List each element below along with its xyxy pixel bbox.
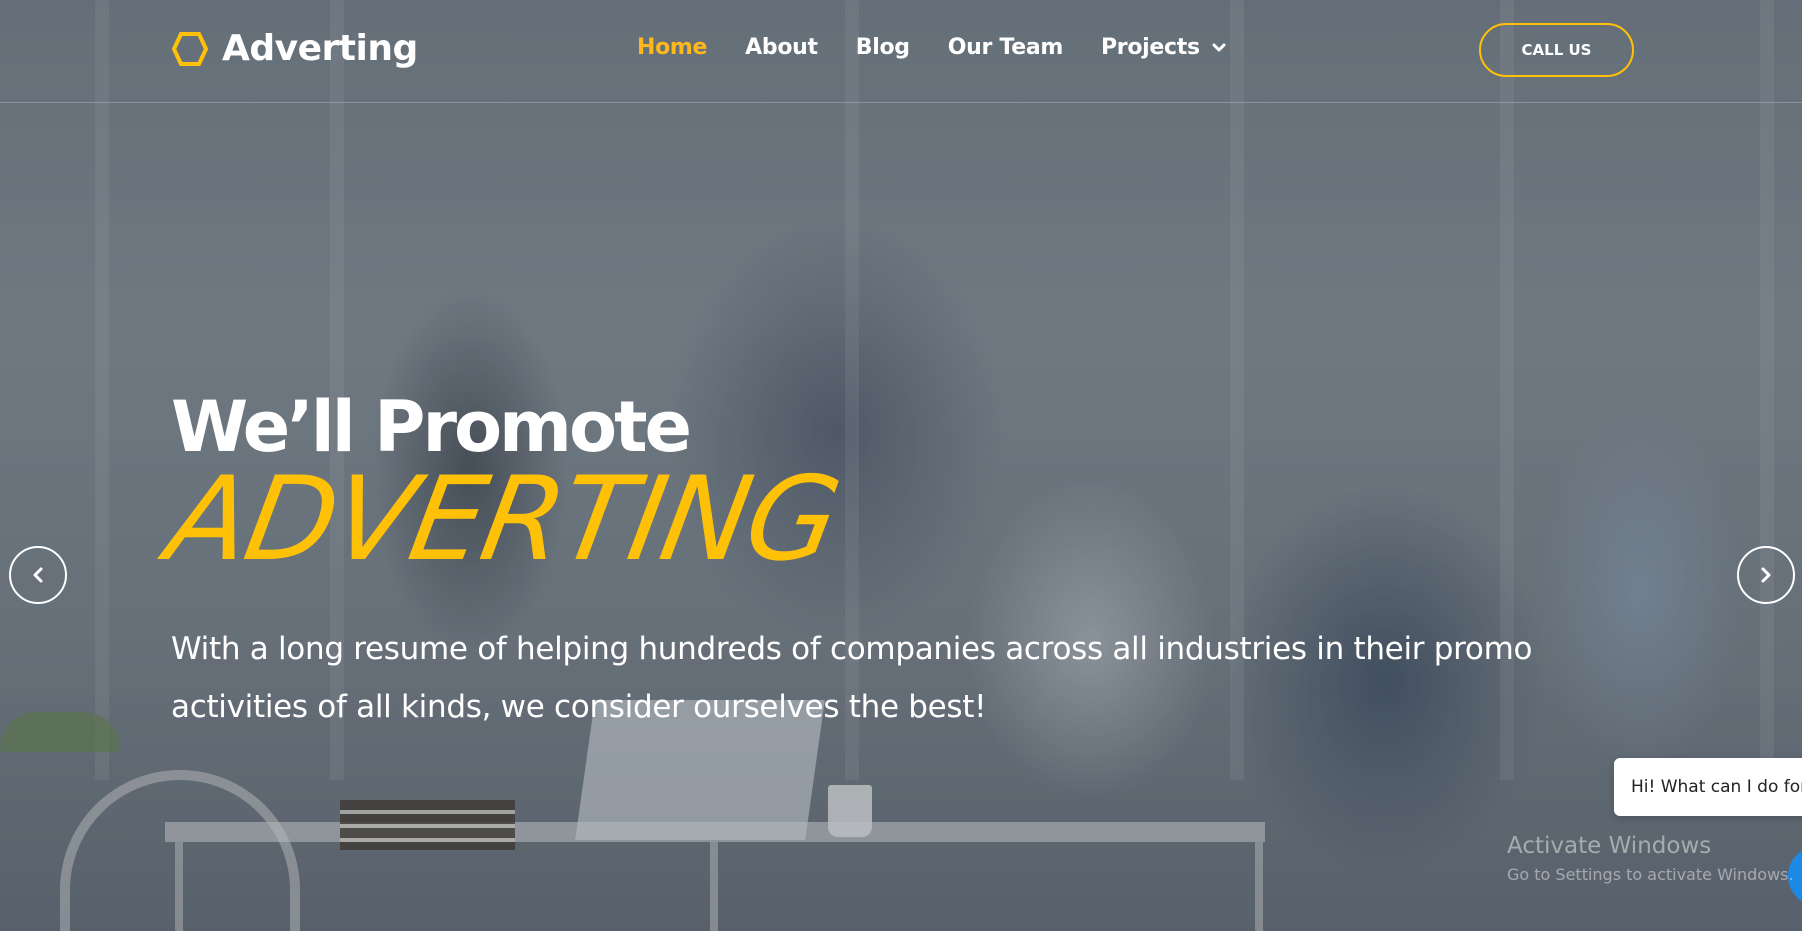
nav-item-label: Our Team <box>947 35 1064 60</box>
chevron-down-icon <box>1212 43 1226 51</box>
nav-item-label: About <box>745 35 818 60</box>
site-header: Adverting Home About Blog Our Team Proje… <box>0 0 1802 103</box>
chat-greeting-bubble[interactable]: Hi! What can I do for you? <box>1614 758 1802 816</box>
nav-item-label: Home <box>637 35 708 60</box>
nav-item-label: Projects <box>1100 35 1200 60</box>
brand-name: Adverting <box>222 28 418 69</box>
main-nav: Home About Blog Our Team Projects <box>637 35 1226 60</box>
watermark-line-1: Activate Windows <box>1507 833 1712 859</box>
chat-greeting-text: Hi! What can I do for you? <box>1631 777 1802 797</box>
chevron-left-icon <box>33 567 43 583</box>
slider-prev-button[interactable] <box>9 546 67 604</box>
nav-item-blog[interactable]: Blog <box>856 35 910 60</box>
nav-item-about[interactable]: About <box>745 35 818 60</box>
hero-description: With a long resume of helping hundreds o… <box>171 631 1533 725</box>
hexagon-icon <box>172 31 208 66</box>
slider-next-button[interactable] <box>1737 546 1795 604</box>
chevron-right-icon <box>1761 567 1771 583</box>
nav-item-home[interactable]: Home <box>637 35 707 60</box>
call-us-button[interactable]: CALL US <box>1479 23 1634 77</box>
nav-item-projects[interactable]: Projects <box>1101 35 1226 60</box>
activate-windows-watermark: Activate Windows Go to Settings to activ… <box>1507 833 1794 884</box>
hero-script-title: ADVERTING <box>158 452 848 587</box>
brand-logo-link[interactable]: Adverting <box>172 28 418 69</box>
nav-item-our-team[interactable]: Our Team <box>947 35 1064 60</box>
watermark-line-2: Go to Settings to activate Windows. <box>1507 865 1794 884</box>
nav-item-label: Blog <box>855 35 910 60</box>
